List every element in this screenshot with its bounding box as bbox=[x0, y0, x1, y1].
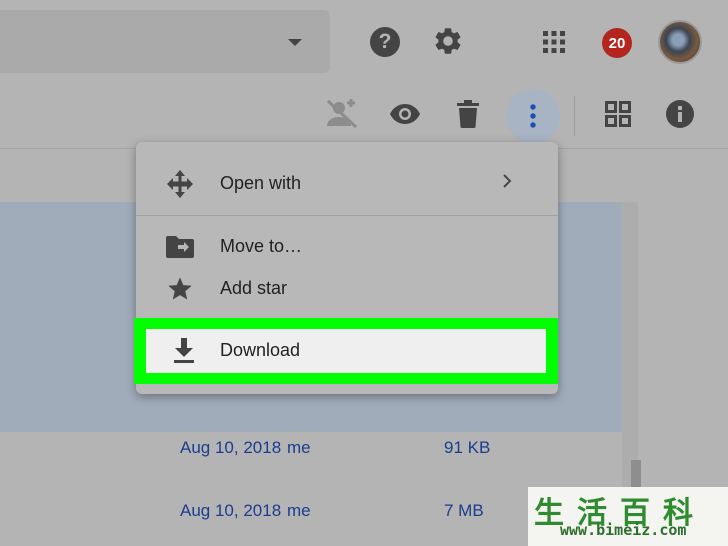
star-icon bbox=[166, 275, 194, 303]
menu-item-label: Open with bbox=[220, 173, 302, 193]
menu-divider bbox=[136, 215, 558, 216]
trash-icon[interactable] bbox=[452, 98, 484, 130]
menu-item-add-star[interactable]: Add star bbox=[136, 268, 558, 310]
file-row-1-date: Aug 10, 2018 bbox=[180, 438, 282, 457]
watermark-url: www.bimeiz.com bbox=[560, 521, 687, 539]
file-row-2-date: Aug 10, 2018 bbox=[180, 501, 282, 520]
menu-item-download[interactable]: Download bbox=[146, 329, 546, 373]
avatar[interactable] bbox=[658, 20, 702, 64]
file-row-1-size: 91 KB bbox=[444, 438, 491, 457]
file-row-1-owner: me bbox=[287, 438, 311, 457]
help-icon[interactable]: ? bbox=[370, 27, 400, 57]
top-bar: ? 20 bbox=[0, 0, 728, 84]
open-with-icon bbox=[166, 170, 194, 198]
menu-item-label: Move to… bbox=[220, 236, 303, 256]
preview-eye-icon[interactable] bbox=[389, 98, 421, 130]
more-vert-icon[interactable] bbox=[506, 89, 560, 143]
notifications-badge[interactable]: 20 bbox=[602, 28, 632, 58]
grid-view-icon[interactable] bbox=[602, 98, 634, 130]
download-icon bbox=[170, 337, 198, 365]
remove-person-icon[interactable] bbox=[326, 98, 358, 130]
move-to-folder-icon bbox=[166, 233, 194, 261]
menu-item-move-to[interactable]: Move to… bbox=[136, 226, 558, 268]
caret-down-icon[interactable] bbox=[288, 39, 302, 46]
menu-item-label: Add star bbox=[220, 278, 288, 298]
info-icon[interactable] bbox=[664, 98, 696, 130]
chevron-right-icon bbox=[502, 172, 512, 195]
file-row-2-owner: me bbox=[287, 501, 311, 520]
menu-item-label: Download bbox=[220, 340, 301, 360]
menu-item-open-with[interactable]: Open with bbox=[136, 163, 558, 205]
watermark: 生活百科 www.bimeiz.com bbox=[528, 487, 728, 546]
gear-icon[interactable] bbox=[432, 25, 464, 57]
apps-grid-icon[interactable] bbox=[542, 30, 566, 54]
file-toolbar bbox=[0, 84, 728, 149]
download-highlight: Download bbox=[134, 318, 558, 384]
toolbar-divider bbox=[574, 96, 575, 136]
file-row-2-size: 7 MB bbox=[444, 501, 484, 520]
search-box[interactable] bbox=[0, 10, 330, 73]
